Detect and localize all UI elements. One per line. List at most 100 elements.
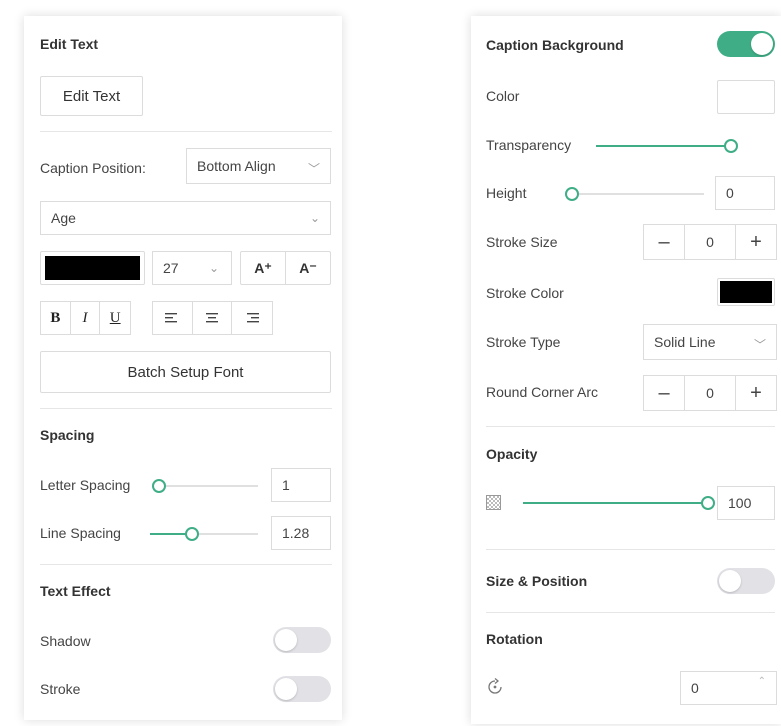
toggle-knob: [751, 33, 773, 55]
transparency-slider[interactable]: [596, 145, 728, 147]
decrement-button[interactable]: –: [644, 225, 684, 259]
transparency-slider-handle[interactable]: [724, 139, 738, 153]
align-left-button[interactable]: [153, 302, 193, 334]
stroke-label: Stroke: [40, 681, 81, 697]
line-spacing-label: Line Spacing: [40, 525, 121, 541]
letter-spacing-slider-handle[interactable]: [152, 479, 166, 493]
height-label: Height: [486, 185, 527, 201]
stroke-color-picker[interactable]: [717, 278, 775, 306]
divider: [486, 612, 775, 613]
increase-font-button[interactable]: A⁺: [241, 252, 286, 284]
align-right-icon: [247, 313, 260, 323]
stroke-color-label: Stroke Color: [486, 285, 564, 301]
edit-text-title: Edit Text: [40, 36, 99, 52]
font-color-swatch: [45, 256, 140, 280]
round-corner-value[interactable]: 0: [684, 376, 736, 410]
divider: [486, 426, 775, 427]
round-corner-arc-label: Round Corner Arc: [486, 384, 599, 400]
increment-button[interactable]: +: [736, 376, 776, 410]
font-family-select[interactable]: Age ⌄: [40, 201, 331, 235]
stroke-size-value[interactable]: 0: [684, 225, 736, 259]
height-input[interactable]: 0: [715, 176, 775, 210]
caption-background-panel: Caption Background Color Transparency He…: [471, 16, 781, 724]
stroke-type-label: Stroke Type: [486, 334, 561, 350]
bold-button[interactable]: B: [41, 302, 71, 334]
rotation-input[interactable]: 0 ⌃: [680, 671, 777, 705]
spacing-title: Spacing: [40, 427, 95, 443]
edit-text-panel: Edit Text Edit Text Caption Position: Bo…: [24, 16, 342, 720]
line-spacing-slider-handle[interactable]: [185, 527, 199, 541]
toggle-knob: [719, 570, 741, 592]
decrement-button[interactable]: –: [644, 376, 684, 410]
color-label: Color: [486, 88, 520, 104]
height-value: 0: [726, 185, 734, 201]
stroke-size-stepper: – 0 +: [643, 224, 777, 260]
line-spacing-value: 1.28: [282, 525, 310, 541]
text-align-group: [152, 301, 273, 335]
toggle-knob: [275, 678, 297, 700]
line-spacing-slider-fill: [150, 533, 188, 535]
font-size-select[interactable]: 27 ⌄: [152, 251, 232, 285]
batch-setup-font-label: Batch Setup Font: [127, 363, 244, 381]
decrease-font-button[interactable]: A⁻: [286, 252, 330, 284]
stroke-type-value: Solid Line: [654, 334, 716, 350]
rotate-icon[interactable]: [485, 677, 505, 697]
opacity-input[interactable]: 100: [717, 486, 775, 520]
chevron-down-icon: ⌄: [208, 261, 219, 275]
stroke-size-label: Stroke Size: [486, 234, 558, 250]
edit-text-button[interactable]: Edit Text: [40, 76, 143, 116]
font-color-picker[interactable]: [40, 251, 145, 285]
background-color-picker[interactable]: [717, 80, 775, 114]
divider: [40, 564, 332, 565]
opacity-slider-handle[interactable]: [701, 496, 715, 510]
text-style-group: B I U: [40, 301, 131, 335]
letter-spacing-input[interactable]: 1: [271, 468, 331, 502]
opacity-slider[interactable]: [523, 502, 705, 504]
divider: [486, 549, 775, 550]
height-slider-handle[interactable]: [565, 187, 579, 201]
caption-position-label: Caption Position:: [40, 160, 146, 176]
stroke-toggle[interactable]: [273, 676, 331, 702]
stroke-color-swatch: [720, 281, 772, 303]
line-spacing-input[interactable]: 1.28: [271, 516, 331, 550]
chevron-down-icon: ﹀: [753, 338, 766, 352]
size-position-toggle[interactable]: [717, 568, 775, 594]
edit-text-button-label: Edit Text: [62, 87, 121, 105]
underline-button[interactable]: U: [100, 302, 130, 334]
spinner-icon[interactable]: ⌃: [758, 676, 766, 687]
align-left-icon: [165, 313, 178, 323]
letter-spacing-slider[interactable]: [154, 485, 258, 487]
chevron-down-icon: ⌄: [309, 211, 320, 225]
stroke-type-select[interactable]: Solid Line ﹀: [643, 324, 777, 360]
height-slider[interactable]: [566, 193, 704, 195]
rotation-title: Rotation: [486, 631, 543, 647]
shadow-toggle[interactable]: [273, 627, 331, 653]
caption-position-value: Bottom Align: [197, 158, 276, 174]
round-corner-stepper: – 0 +: [643, 375, 777, 411]
transparency-label: Transparency: [486, 137, 572, 153]
letter-spacing-label: Letter Spacing: [40, 477, 131, 493]
caption-background-toggle[interactable]: [717, 31, 775, 57]
font-family-value: Age: [51, 210, 76, 226]
align-center-button[interactable]: [193, 302, 233, 334]
divider: [40, 408, 332, 409]
rotation-value: 0: [691, 680, 699, 696]
divider: [40, 131, 332, 132]
text-effect-title: Text Effect: [40, 583, 111, 599]
size-position-title: Size & Position: [486, 573, 588, 589]
caption-position-select[interactable]: Bottom Align ﹀: [186, 148, 331, 184]
caption-background-title: Caption Background: [486, 37, 624, 53]
letter-spacing-value: 1: [282, 477, 290, 493]
shadow-label: Shadow: [40, 633, 91, 649]
checkerboard-icon: [486, 495, 501, 510]
opacity-title: Opacity: [486, 446, 538, 462]
font-size-value: 27: [163, 260, 179, 276]
batch-setup-font-button[interactable]: Batch Setup Font: [40, 351, 331, 393]
align-center-icon: [206, 313, 218, 323]
chevron-down-icon: ﹀: [307, 162, 320, 176]
opacity-value: 100: [728, 495, 752, 511]
italic-button[interactable]: I: [71, 302, 101, 334]
font-size-adjust-group: A⁺ A⁻: [240, 251, 331, 285]
align-right-button[interactable]: [232, 302, 272, 334]
increment-button[interactable]: +: [736, 225, 776, 259]
